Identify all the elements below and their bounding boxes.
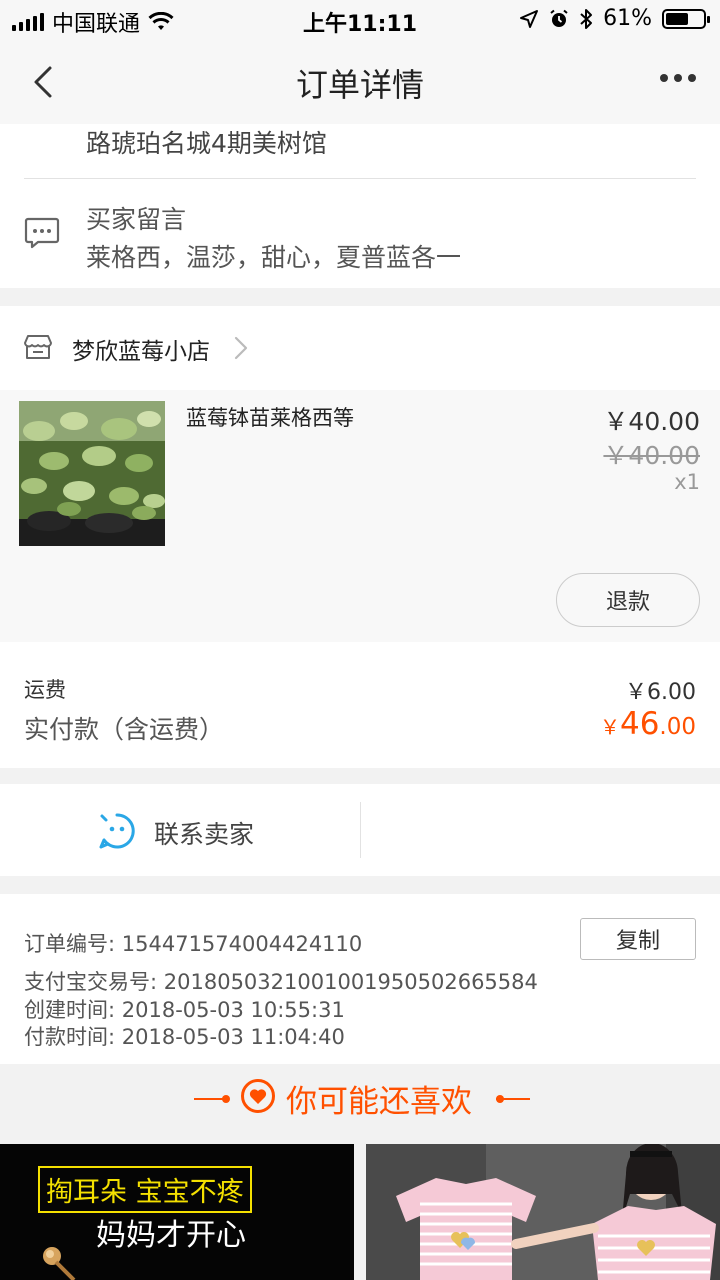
divider — [496, 1098, 530, 1100]
page-title: 订单详情 — [295, 66, 424, 104]
created-time: 2018-05-03 10:55:31 — [121, 998, 345, 1022]
recommend-item[interactable] — [366, 1144, 720, 1280]
created-time-label: 创建时间: — [24, 998, 116, 1022]
recommend-item-banner: 掏耳朵 宝宝不疼 — [38, 1166, 252, 1213]
divider — [24, 178, 696, 179]
status-bar: 中国联通 上午11:11 61% — [0, 0, 720, 40]
paid-decimal: .00 — [659, 714, 696, 740]
paid-time-label: 付款时间: — [24, 1025, 116, 1049]
more-dots-icon[interactable] — [660, 74, 696, 82]
buyer-message-text: 莱格西，温莎，甜心，夏普蓝各一 — [86, 243, 462, 272]
paid-label: 实付款（含运费） — [24, 715, 225, 744]
product-name[interactable]: 蓝莓钵苗莱格西等 — [186, 402, 354, 432]
copy-button[interactable]: 复制 — [580, 918, 696, 960]
battery-icon — [662, 8, 710, 29]
buyer-message-title: 买家留言 — [86, 205, 187, 234]
created-time-row: 创建时间: 2018-05-03 10:55:31 — [24, 994, 345, 1024]
order-totals: 运费 ￥6.00 实付款（含运费） ￥46.00 — [0, 642, 720, 768]
refund-button[interactable]: 退款 — [556, 573, 700, 627]
product-price: ￥40.00 — [603, 407, 700, 436]
product-image[interactable] — [19, 401, 165, 546]
alipay-number-label: 支付宝交易号: — [24, 970, 158, 994]
location-arrow-icon — [520, 9, 539, 28]
shipping-value: ￥6.00 — [625, 680, 696, 705]
bluetooth-icon — [580, 8, 593, 29]
chat-bubble-icon — [24, 217, 60, 249]
store-icon — [24, 335, 52, 359]
product-item[interactable]: 蓝莓钵苗莱格西等 ￥40.00 ￥40.00 x1 退款 — [0, 390, 720, 642]
paid-time-row: 付款时间: 2018-05-03 11:04:40 — [24, 1021, 345, 1051]
divider — [222, 1095, 230, 1103]
shipping-label: 运费 — [24, 678, 66, 702]
product-original-price: ￥40.00 — [603, 441, 700, 470]
shop-header[interactable]: 梦欣蓝莓小店 — [0, 306, 720, 390]
order-info: 订单编号: 154471574004424110 复制 支付宝交易号: 2018… — [0, 894, 720, 1064]
clothing-image — [366, 1144, 720, 1280]
earpick-image — [43, 1247, 76, 1280]
recommend-header: 你可能还喜欢 — [0, 1064, 720, 1144]
recommend-title: 你可能还喜欢 — [286, 1084, 472, 1120]
paid-integer: 46 — [619, 706, 660, 742]
shop-name[interactable]: 梦欣蓝莓小店 — [72, 332, 210, 366]
alipay-number: 2018050321001001950502665584 — [163, 970, 538, 994]
recommend-item-subtitle: 妈妈才开心 — [96, 1218, 246, 1253]
smiley-chat-icon[interactable] — [98, 812, 136, 850]
address-message-card: 路琥珀名城4期美树馆 买家留言 莱格西，温莎，甜心，夏普蓝各一 — [0, 124, 720, 288]
paid-amount: ￥46.00 — [600, 706, 696, 742]
order-number-row: 订单编号: 154471574004424110 — [24, 928, 362, 958]
contact-bar: 联系卖家 — [0, 784, 720, 876]
order-number-label: 订单编号: — [24, 932, 116, 956]
chevron-right-icon — [234, 336, 248, 360]
alipay-number-row: 支付宝交易号: 2018050321001001950502665584 — [24, 966, 538, 996]
address-line: 路琥珀名城4期美树馆 — [86, 129, 327, 158]
contact-seller-button[interactable]: 联系卖家 — [154, 815, 254, 851]
order-number: 154471574004424110 — [121, 932, 363, 956]
divider — [360, 802, 361, 858]
recommend-item[interactable]: 掏耳朵 宝宝不疼 妈妈才开心 — [0, 1144, 354, 1280]
paid-time: 2018-05-03 11:04:40 — [121, 1025, 345, 1049]
paid-currency: ￥ — [599, 715, 620, 739]
battery-percent: 61% — [603, 6, 652, 31]
alarm-icon — [550, 9, 568, 27]
nav-bar: 订单详情 — [0, 40, 720, 124]
product-quantity: x1 — [674, 470, 700, 494]
heart-circle-icon — [241, 1079, 275, 1113]
